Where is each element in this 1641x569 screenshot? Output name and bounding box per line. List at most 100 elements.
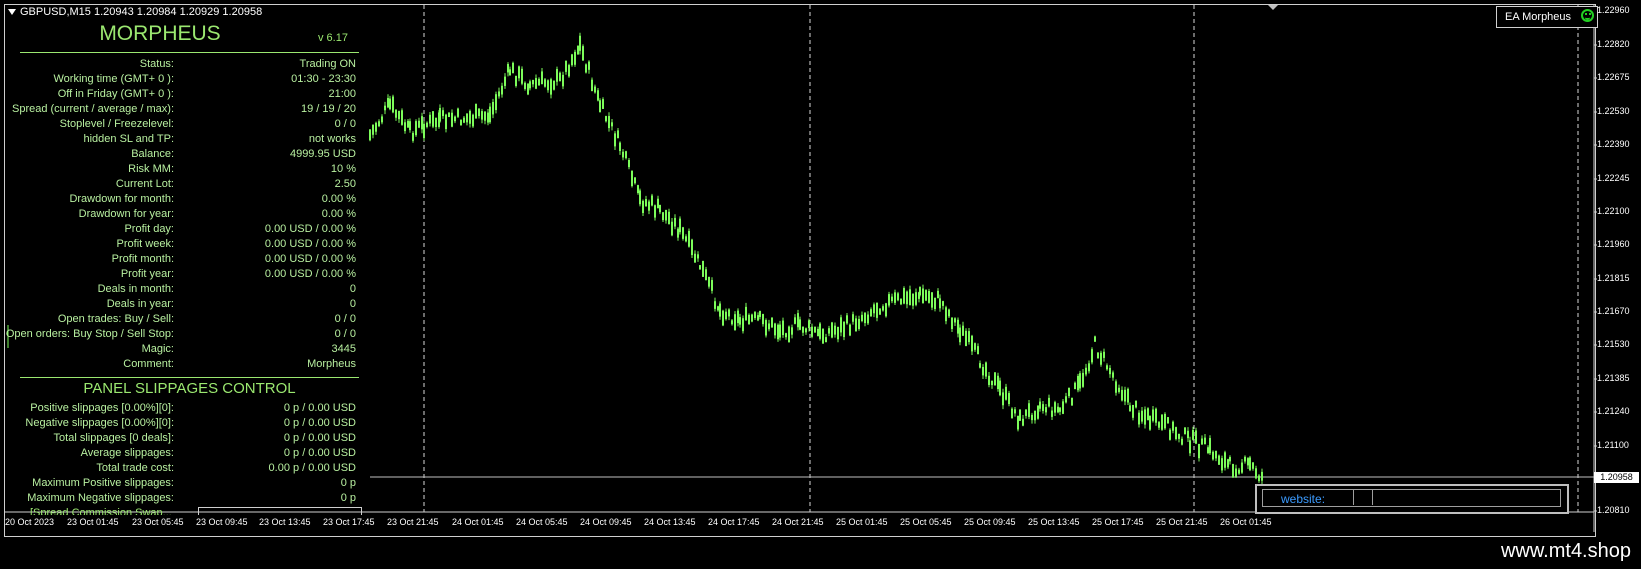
candle-body xyxy=(1042,404,1044,411)
candle-body xyxy=(1132,404,1134,418)
candle-body xyxy=(469,110,471,124)
candle-body xyxy=(512,62,514,74)
status-value: 10 % xyxy=(330,163,356,175)
candle-body xyxy=(547,80,549,91)
candle-body xyxy=(401,110,403,125)
candle-body xyxy=(509,69,511,76)
dropdown-arrow-icon[interactable] xyxy=(8,9,16,16)
slippage-row: Negative slippages [0.00%][0]: 0 p / 0.00… xyxy=(20,417,359,432)
candle-body xyxy=(418,120,420,128)
status-value: Morpheus xyxy=(307,358,356,370)
candle-body xyxy=(466,113,468,123)
slippage-value: 0 p xyxy=(340,492,356,504)
candle-body xyxy=(654,205,656,218)
smiley-icon xyxy=(1581,9,1595,22)
status-label: Open trades: Buy / Sell: xyxy=(57,313,174,325)
panel-title: MORPHEUS xyxy=(99,22,221,45)
candle-body xyxy=(1192,429,1194,440)
website-input[interactable] xyxy=(1353,489,1373,505)
candle-body xyxy=(556,69,558,82)
status-value: Trading ON xyxy=(299,58,356,70)
candle-body xyxy=(748,314,750,325)
status-label: Off in Friday (GMT+ 0 ): xyxy=(57,88,174,100)
candle-body xyxy=(962,325,964,336)
time-tick-label: 23 Oct 09:45 xyxy=(196,517,248,527)
candle-body xyxy=(867,314,869,324)
status-row: Profit year: 0.00 USD / 0.00 % xyxy=(20,268,359,283)
status-value: 0.00 % xyxy=(321,208,356,220)
candle-body xyxy=(1031,414,1033,421)
candle-body xyxy=(642,200,644,214)
slippage-label: Maximum Negative slippages: xyxy=(27,492,174,504)
candle-body xyxy=(991,380,993,386)
candle-body xyxy=(565,60,567,72)
candle-body xyxy=(532,79,534,85)
candle-body xyxy=(541,71,543,85)
status-row: Spread (current / average / max): 19 / 19… xyxy=(12,103,359,118)
candle-body xyxy=(762,314,764,325)
status-label: Magic: xyxy=(141,343,174,355)
candle-body xyxy=(1022,418,1024,426)
candle-body xyxy=(617,130,619,139)
candle-body xyxy=(942,301,944,306)
candle-body xyxy=(876,302,878,318)
website-label: website: xyxy=(1281,492,1326,506)
candle-body xyxy=(1045,407,1047,413)
candle-body xyxy=(1014,409,1016,414)
slippage-label: Negative slippages [0.00%][0]: xyxy=(25,417,174,429)
candle-body xyxy=(765,320,767,336)
candle-body xyxy=(435,117,437,128)
candle-body xyxy=(1172,421,1174,431)
candle-body xyxy=(937,290,939,298)
status-row: Open orders: Buy Stop / Sell Stop: 0 / 0 xyxy=(6,328,359,343)
candle-body xyxy=(745,306,747,321)
price-tick-label: 1.20810 xyxy=(1597,505,1630,515)
candle-body xyxy=(568,65,570,77)
candle-body xyxy=(384,105,386,111)
candle-body xyxy=(928,290,930,303)
candle-body xyxy=(912,293,914,306)
symbol-title: GBPUSD,M15 1.20943 1.20984 1.20929 1.209… xyxy=(8,6,262,18)
candle-body xyxy=(682,227,684,239)
candle-body xyxy=(639,190,641,205)
candle-body xyxy=(668,211,670,225)
candle-body xyxy=(915,292,917,305)
candle-body xyxy=(432,111,434,127)
candle-body xyxy=(797,313,799,328)
candle-body xyxy=(404,122,406,132)
candle-body xyxy=(451,112,453,127)
candle-body xyxy=(819,323,821,339)
candle-body xyxy=(1019,409,1021,421)
slippage-label: Total slippages [0 deals]: xyxy=(53,432,174,444)
candle-body xyxy=(665,209,667,221)
status-row: Profit day: 0.00 USD / 0.00 % xyxy=(20,223,359,238)
candle-body xyxy=(582,46,584,61)
candle-body xyxy=(985,362,987,377)
candle-body xyxy=(894,292,896,303)
candle-body xyxy=(1118,387,1120,392)
candle-body xyxy=(1224,452,1226,468)
candle-body xyxy=(538,78,540,86)
status-label: Drawdown for year: xyxy=(78,208,174,220)
candle-body xyxy=(475,103,477,119)
candle-body xyxy=(959,327,961,343)
ea-badge[interactable]: EA Morpheus xyxy=(1496,6,1599,28)
candle-body xyxy=(412,132,414,141)
candle-body xyxy=(1252,462,1254,469)
candle-body xyxy=(751,314,753,322)
candle-body xyxy=(934,297,936,309)
candle-body xyxy=(407,120,409,128)
candle-body xyxy=(802,326,804,333)
candle-body xyxy=(939,298,941,309)
candle-body xyxy=(1181,438,1183,445)
candle-body xyxy=(817,328,819,337)
candle-body xyxy=(1244,456,1246,462)
price-tick-label: 1.22245 xyxy=(1597,173,1630,183)
candle-body xyxy=(524,82,526,89)
candle-body xyxy=(1077,375,1079,391)
candle-body xyxy=(591,79,593,92)
candle-body xyxy=(705,269,707,281)
candle-body xyxy=(699,265,701,270)
candle-body xyxy=(1209,438,1211,454)
candle-body xyxy=(1187,430,1189,439)
